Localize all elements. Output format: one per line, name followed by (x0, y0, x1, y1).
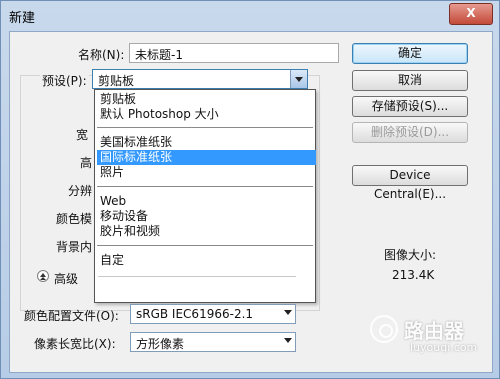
cancel-button[interactable]: 取消 (352, 70, 468, 91)
chevron-down-icon (284, 338, 292, 343)
preset-select-value: 剪贴板 (98, 74, 135, 88)
menu-item-us-paper[interactable]: 美国标准纸张 (97, 135, 316, 150)
ok-button[interactable]: 确定 (352, 43, 468, 64)
preset-select[interactable]: 剪贴板 (92, 69, 308, 89)
image-size-label: 图像大小: (384, 248, 437, 262)
color-profile-label: 颜色配置文件(O): (24, 309, 119, 323)
color-profile-value: sRGB IEC61966-2.1 (136, 307, 254, 321)
name-label: 名称(N): (78, 48, 125, 62)
chevron-down-icon[interactable] (290, 70, 307, 88)
dialog-title: 新建 (9, 11, 36, 26)
menu-separator (97, 127, 313, 128)
pixel-aspect-select[interactable]: 方形像素 (130, 332, 296, 352)
preset-dropdown-menu: 剪贴板 默认 Photoshop 大小 美国标准纸张 国际标准纸张 照片 Web… (94, 89, 316, 303)
menu-separator (97, 245, 313, 246)
chevron-down-icon (284, 310, 292, 315)
menu-item-custom[interactable]: 自定 (97, 253, 316, 268)
close-icon: X (466, 6, 476, 20)
device-central-button[interactable]: Device Central(E)... (352, 165, 468, 201)
save-preset-button[interactable]: 存储预设(S)... (352, 96, 468, 117)
pixel-aspect-value: 方形像素 (136, 337, 185, 351)
height-label: 高 (80, 156, 93, 170)
watermark-url: luyouqi.com (410, 341, 478, 354)
menu-item-photo[interactable]: 照片 (97, 165, 316, 180)
menu-item-intl-paper[interactable]: 国际标准纸张 (97, 150, 316, 165)
advanced-label[interactable]: 高级 (54, 270, 78, 287)
menu-item-web[interactable]: Web (97, 194, 316, 209)
menu-item-film-video[interactable]: 胶片和视频 (97, 224, 316, 239)
watermark-logo-icon (370, 315, 398, 343)
menu-item-photoshop-default[interactable]: 默认 Photoshop 大小 (97, 107, 316, 122)
image-size-value: 213.4K (392, 268, 435, 282)
divider (98, 276, 296, 277)
name-input[interactable]: 未标题-1 (129, 43, 339, 63)
title-bar[interactable]: 新建 X (1, 1, 499, 29)
color-mode-label: 颜色模 (56, 212, 93, 226)
menu-item-mobile[interactable]: 移动设备 (97, 209, 316, 224)
menu-item-clipboard[interactable]: 剪贴板 (97, 92, 316, 107)
menu-separator (97, 186, 313, 187)
width-label: 宽 (76, 128, 89, 142)
resolution-label: 分辨 (68, 184, 93, 198)
delete-preset-button[interactable]: 删除预设(D)... (352, 122, 468, 143)
pixel-aspect-label: 像素长宽比(X): (34, 337, 116, 351)
background-label: 背景内 (56, 240, 93, 254)
collapse-advanced-icon[interactable] (37, 270, 49, 282)
close-button[interactable]: X (449, 3, 493, 25)
watermark-brand: 路由器 (404, 319, 464, 343)
color-profile-select[interactable]: sRGB IEC61966-2.1 (130, 304, 296, 324)
new-document-dialog: 新建 X 名称(N): 未标题-1 预设(P): 剪贴板 宽 高 分辨 颜色模 … (0, 0, 500, 379)
preset-label: 预设(P): (40, 72, 89, 89)
